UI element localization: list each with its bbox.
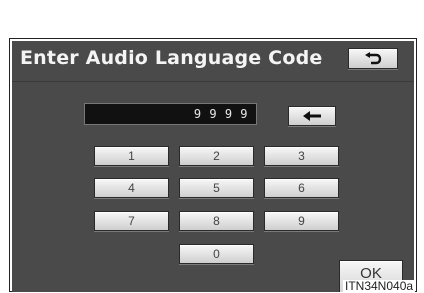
code-display: 9 9 9 9 — [84, 103, 257, 125]
left-arrow-icon — [303, 111, 321, 121]
key-0[interactable]: 0 — [179, 244, 254, 264]
key-3[interactable]: 3 — [264, 146, 339, 166]
title-divider — [12, 81, 414, 82]
backspace-button[interactable] — [288, 106, 336, 126]
key-8[interactable]: 8 — [179, 211, 254, 231]
key-4[interactable]: 4 — [94, 178, 169, 198]
key-2[interactable]: 2 — [179, 146, 254, 166]
key-1[interactable]: 1 — [94, 146, 169, 166]
key-7[interactable]: 7 — [94, 211, 169, 231]
back-button[interactable] — [348, 48, 398, 69]
screen-title: Enter Audio Language Code — [20, 47, 323, 69]
figure-code-label: ITN34N040a — [343, 279, 416, 293]
return-arrow-icon — [365, 51, 382, 64]
audio-language-code-screen: Enter Audio Language Code 9 9 9 9 1 2 3 … — [12, 41, 414, 292]
key-6[interactable]: 6 — [264, 178, 339, 198]
key-9[interactable]: 9 — [264, 211, 339, 231]
key-5[interactable]: 5 — [179, 178, 254, 198]
